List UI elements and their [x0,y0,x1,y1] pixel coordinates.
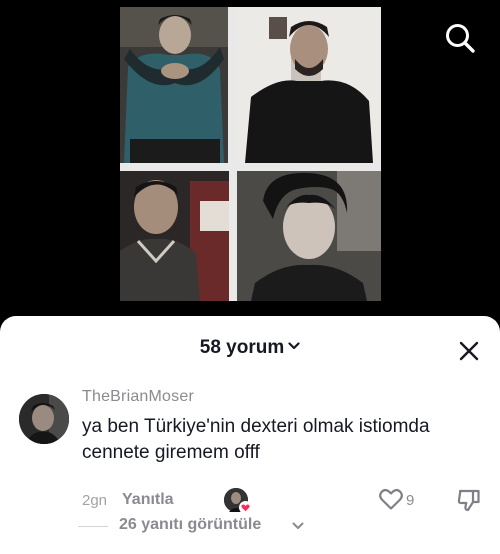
video-screen: 58 yorum TheBrianMoser ya ben Türkiye'ni… [0,0,500,554]
heart-outline-icon [379,488,403,510]
collage-photo-1 [120,7,228,163]
search-icon [446,24,475,53]
comment-text: ya ben Türkiye'nin dexteri olmak istiomd… [82,416,430,463]
collage-photo-3 [120,171,229,301]
comment-username[interactable]: TheBrianMoser [82,388,194,406]
reply-button[interactable]: Yanıtla [122,491,174,509]
comments-sheet: 58 yorum TheBrianMoser ya ben Türkiye'ni… [0,316,500,554]
search-button[interactable] [440,18,480,58]
close-button[interactable] [454,336,484,366]
avatar[interactable] [19,394,69,444]
heart-icon [239,501,252,514]
thumbs-down-icon [457,489,480,512]
like-count: 9 [406,492,415,509]
comment-count-label: 58 yorum [199,337,285,358]
dislike-button[interactable] [456,487,484,515]
close-icon [459,341,479,361]
replies-divider [78,526,108,527]
collage-photo-4 [237,171,381,301]
comment-count-toggle[interactable]: 58 yorum [0,337,500,359]
video-collage[interactable] [120,7,381,301]
collage-photo-2 [237,7,381,163]
comments-header: 58 yorum [0,316,500,378]
comment-actions: 2gn Yanıtla 9 [82,487,492,515]
comment-timestamp: 2gn [82,492,108,509]
creator-liked-badge [224,488,252,514]
view-replies-label: 26 yanıtı görüntüle [119,516,262,533]
chevron-down-icon [288,342,300,350]
chevron-down-icon [292,522,304,529]
like-button[interactable] [378,487,408,515]
